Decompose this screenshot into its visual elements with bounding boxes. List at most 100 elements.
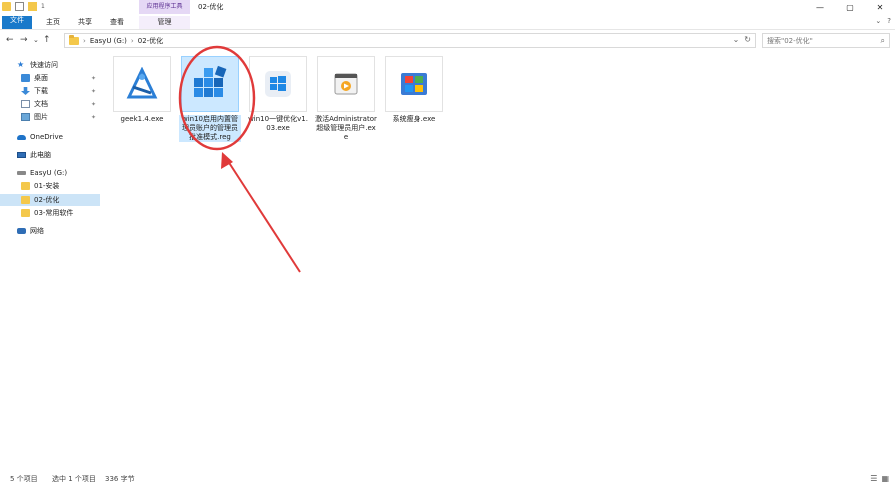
file-thumbnail[interactable]	[249, 56, 307, 112]
quick-access-toolbar: 1	[2, 2, 45, 11]
navigation-bar: ← → ⌄ ↑ › EasyU (G:) › 02-优化 ⌄ ↻ ⌕	[0, 31, 895, 49]
registry-icon	[194, 65, 227, 97]
quick-access-marker[interactable]: 1	[41, 3, 45, 10]
file-item[interactable]: win10启用内置管理员账户的管理员批准模式.reg	[179, 56, 241, 142]
cloud-icon	[17, 134, 26, 140]
sidebar-item-this-pc[interactable]: 此电脑	[0, 149, 100, 161]
file-list: geek1.4.exe win10启用内置管理员账户的管理员批准模式.reg w…	[103, 53, 893, 463]
tab-file[interactable]: 文件	[2, 16, 32, 29]
ribbon-right-controls: ⌄ ?	[875, 17, 891, 25]
new-folder-icon[interactable]	[28, 2, 37, 11]
sidebar-item-label: OneDrive	[30, 133, 63, 141]
details-view-icon[interactable]: ☰	[870, 472, 877, 486]
download-icon	[21, 87, 30, 95]
status-size: 336 字节	[105, 475, 135, 483]
desktop-icon	[21, 74, 30, 82]
back-arrow-icon[interactable]: ←	[6, 34, 14, 46]
drive-icon	[17, 171, 26, 175]
breadcrumb-folder[interactable]: 02-优化	[138, 36, 163, 46]
pin-icon[interactable]: ✦	[91, 75, 96, 82]
sidebar-item-network[interactable]: 网络	[0, 225, 100, 237]
pin-icon[interactable]: ✦	[91, 88, 96, 95]
maximize-button[interactable]: ▢	[835, 0, 865, 14]
expand-ribbon-icon[interactable]: ⌄	[875, 17, 881, 25]
sidebar-item-documents[interactable]: 文档 ✦	[0, 98, 100, 110]
folder-icon	[21, 196, 30, 204]
address-bar[interactable]: › EasyU (G:) › 02-优化 ⌄ ↻	[64, 33, 756, 48]
file-thumbnail[interactable]	[113, 56, 171, 112]
file-name: win10启用内置管理员账户的管理员批准模式.reg	[179, 115, 241, 142]
sidebar-item-drive[interactable]: EasyU (G:)	[0, 167, 100, 179]
view-toggle: ☰ ▦	[870, 472, 889, 486]
file-item[interactable]: geek1.4.exe	[111, 56, 173, 124]
navigation-pane: ★ 快速访问 桌面 ✦ 下载 ✦ 文档 ✦ 图片 ✦ OneDrive 此电脑 …	[0, 53, 100, 463]
folder-icon[interactable]	[2, 2, 11, 11]
sidebar-item-pictures[interactable]: 图片 ✦	[0, 111, 100, 123]
file-item[interactable]: 激活Administrator超级管理员用户.exe	[315, 56, 377, 142]
help-icon[interactable]: ?	[887, 17, 891, 25]
file-name: geek1.4.exe	[120, 115, 164, 123]
search-input[interactable]	[767, 36, 877, 45]
windows-logo-icon	[265, 71, 291, 97]
status-bar: 5 个项目 选中 1 个项目 336 字节 ☰ ▦	[0, 470, 895, 487]
folder-icon	[21, 209, 30, 217]
search-box[interactable]: ⌕	[762, 33, 890, 48]
file-thumbnail[interactable]	[385, 56, 443, 112]
sidebar-item-label: 桌面	[34, 74, 48, 82]
network-icon	[17, 228, 26, 234]
chevron-right-icon[interactable]: ›	[83, 37, 86, 45]
file-name: 激活Administrator超级管理员用户.exe	[315, 115, 377, 141]
file-name: 系统瘦身.exe	[392, 115, 436, 123]
media-app-icon	[334, 73, 358, 95]
picture-icon	[21, 113, 30, 121]
file-item[interactable]: 系统瘦身.exe	[383, 56, 445, 124]
address-actions: ⌄ ↻	[733, 35, 751, 44]
large-icons-view-icon[interactable]: ▦	[881, 472, 889, 486]
sidebar-item-label: EasyU (G:)	[30, 169, 68, 177]
window-title: 02-优化	[198, 3, 224, 11]
sidebar-item-common-software[interactable]: 03-常用软件	[0, 207, 100, 219]
context-tab-label: 应用程序工具	[139, 0, 190, 14]
pin-icon[interactable]: ✦	[91, 101, 96, 108]
windows-flag-icon	[401, 73, 427, 95]
title-bar: 1 应用程序工具 02-优化 — ▢ ✕	[0, 0, 895, 14]
sidebar-item-desktop[interactable]: 桌面 ✦	[0, 72, 100, 84]
sidebar-item-quick-access[interactable]: ★ 快速访问	[0, 59, 100, 71]
sidebar-item-optimize[interactable]: 02-优化	[0, 194, 100, 206]
pc-icon	[17, 152, 26, 158]
folder-icon	[69, 34, 79, 45]
window-controls: — ▢ ✕	[805, 0, 895, 14]
minimize-button[interactable]: —	[805, 0, 835, 14]
tab-share[interactable]: 共享	[72, 16, 98, 29]
sidebar-item-label: 快速访问	[30, 61, 58, 69]
breadcrumb-drive[interactable]: EasyU (G:)	[90, 37, 127, 45]
tab-view[interactable]: 查看	[104, 16, 130, 29]
file-thumbnail[interactable]	[181, 56, 239, 112]
folder-icon	[21, 182, 30, 190]
sidebar-item-onedrive[interactable]: OneDrive	[0, 131, 100, 143]
refresh-icon[interactable]: ↻	[744, 35, 751, 44]
close-button[interactable]: ✕	[865, 0, 895, 14]
document-icon	[21, 100, 30, 108]
tab-manage[interactable]: 管理	[139, 16, 190, 29]
file-item[interactable]: win10一键优化v1.03.exe	[247, 56, 309, 133]
properties-icon[interactable]	[15, 2, 24, 11]
chevron-right-icon[interactable]: ›	[131, 37, 134, 45]
recent-dropdown-icon[interactable]: ⌄	[33, 34, 39, 46]
forward-arrow-icon[interactable]: →	[20, 34, 28, 46]
sidebar-item-label: 下载	[34, 87, 48, 95]
geek-uninstaller-icon	[126, 67, 158, 99]
star-icon: ★	[17, 60, 25, 69]
chevron-down-icon[interactable]: ⌄	[733, 35, 740, 44]
search-icon[interactable]: ⌕	[881, 36, 885, 46]
sidebar-item-label: 02-优化	[34, 196, 60, 204]
sidebar-item-downloads[interactable]: 下载 ✦	[0, 85, 100, 97]
pin-icon[interactable]: ✦	[91, 114, 96, 121]
file-thumbnail[interactable]	[317, 56, 375, 112]
status-selected: 选中 1 个项目	[52, 475, 96, 483]
tab-home[interactable]: 主页	[40, 16, 66, 29]
sidebar-item-install[interactable]: 01-安装	[0, 180, 100, 192]
sidebar-item-label: 此电脑	[30, 151, 51, 159]
up-arrow-icon[interactable]: ↑	[43, 34, 51, 46]
sidebar-item-label: 网络	[30, 227, 44, 235]
